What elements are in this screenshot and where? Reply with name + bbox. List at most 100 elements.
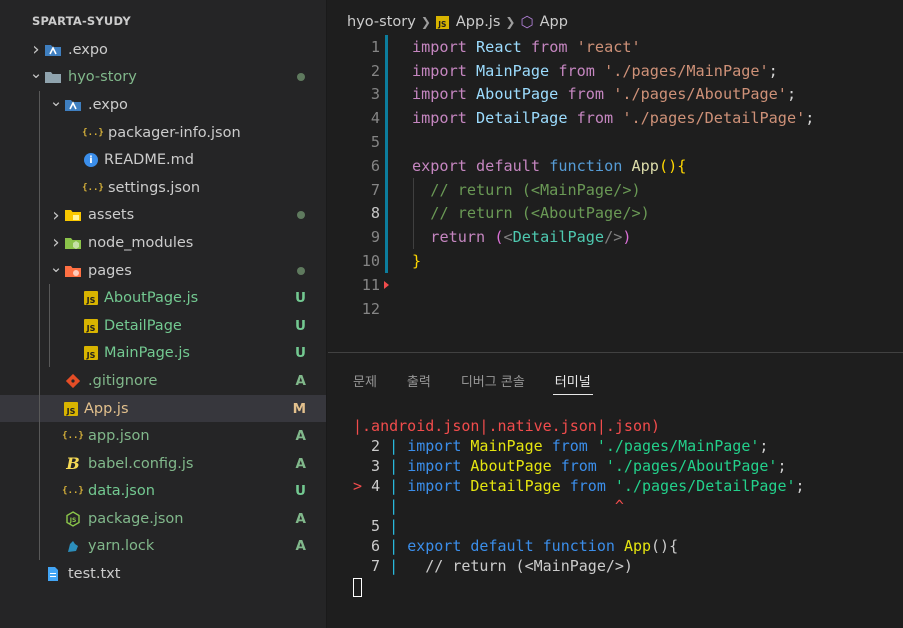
code-line[interactable]: 5	[328, 130, 903, 154]
tree-item-label: data.json	[88, 483, 155, 500]
terminal-token: |	[389, 457, 408, 475]
tree-item-label: README.md	[104, 152, 194, 169]
code-token: // return (<MainPage/>)	[430, 180, 641, 199]
code-area[interactable]: 1 import React from 'react' 2 import MainPa…	[328, 35, 903, 321]
code-line[interactable]: 1 import React from 'react'	[328, 35, 903, 59]
breadcrumb-file[interactable]: App.js	[456, 14, 501, 30]
tree-item[interactable]: {..} packager-info.json	[0, 119, 326, 147]
panel-tab[interactable]: 출력	[407, 353, 431, 407]
git-status-badge: U	[295, 290, 306, 307]
code-line[interactable]: 2 import MainPage from './pages/MainPage'…	[328, 58, 903, 83]
code-line[interactable]: 3 import AboutPage from './pages/AboutPag…	[328, 82, 903, 107]
breadcrumb-symbol[interactable]: App	[540, 14, 568, 30]
chevron-right-icon[interactable]: ›	[28, 39, 44, 60]
code-line[interactable]: 4 import DetailPage from './pages/DetailP…	[328, 106, 903, 131]
tree-item[interactable]: JS package.json A	[0, 505, 326, 533]
chevron-right-icon[interactable]: ›	[48, 205, 64, 226]
terminal-token: DetailPage	[470, 477, 570, 495]
terminal-token: ^	[614, 497, 624, 515]
code-line[interactable]: 12	[328, 297, 903, 321]
terminal-token: export	[407, 537, 471, 555]
terminal-token: './pages/AboutPage'	[605, 457, 778, 475]
terminal-token: default	[470, 537, 543, 555]
terminal-token: 6	[353, 537, 390, 555]
git-added-bar	[385, 249, 388, 273]
line-number: 10	[361, 252, 380, 271]
git-added-bar	[385, 58, 388, 83]
expo-folder-icon	[44, 42, 62, 58]
tree-item[interactable]: ⌄ pages	[0, 257, 326, 285]
tree-item[interactable]: {..} app.json A	[0, 422, 326, 450]
info-icon: i	[84, 153, 98, 168]
tree-item[interactable]: Bbabel.config.js A	[0, 450, 326, 478]
code-token: from	[576, 109, 614, 128]
code-text: }	[412, 252, 421, 270]
line-number: 3	[370, 85, 380, 104]
panel-tab[interactable]: 디버그 콘솔	[461, 353, 525, 407]
git-status-badge: M	[292, 400, 306, 417]
chevron-down-icon[interactable]: ⌄	[48, 258, 64, 276]
terminal-output[interactable]: |.android.json|.native.json|.json) 2 | i…	[353, 416, 903, 602]
node-folder-icon	[64, 235, 82, 251]
terminal-token: >	[353, 477, 372, 495]
terminal-token: |	[389, 437, 408, 455]
explorer-root-title[interactable]: SPARTA-SYUDY	[0, 10, 326, 32]
terminal-token: 5	[353, 517, 390, 535]
chevron-down-icon[interactable]: ⌄	[48, 92, 64, 110]
tree-item[interactable]: {..} data.json U	[0, 478, 326, 506]
git-status-badge: A	[295, 538, 306, 555]
gutter-marker	[380, 273, 412, 297]
panel-tab[interactable]: 문제	[353, 353, 377, 407]
panel-tabs: 문제 출력 디버그 콘솔 터미널	[328, 353, 903, 407]
code-token: />	[604, 228, 623, 247]
tree-item[interactable]: › assets	[0, 202, 326, 230]
gutter-marker	[380, 297, 412, 321]
code-line[interactable]: 6 export default function App(){	[328, 153, 903, 178]
code-line[interactable]: 11	[328, 273, 903, 297]
terminal-token: 7	[353, 557, 390, 575]
code-line[interactable]: 7 // return (<MainPage/>)	[328, 177, 903, 202]
tree-item[interactable]: › .expo	[0, 36, 326, 64]
code-token: DetailPage	[476, 109, 568, 128]
breadcrumb-folder[interactable]: hyo-story	[347, 14, 416, 30]
tree-item[interactable]: JS App.js M	[0, 394, 326, 423]
code-token: ;	[805, 109, 815, 128]
terminal-token: // return (<MainPage/>)	[407, 557, 633, 575]
tree-item[interactable]: .gitignore A	[0, 367, 326, 395]
code-token: import	[412, 37, 467, 56]
code-line[interactable]: 8 // return (<AboutPage/>)	[328, 201, 903, 226]
line-number: 9	[370, 228, 380, 247]
code-line[interactable]: 10}	[328, 249, 903, 273]
code-line[interactable]: 9 return (<DetailPage/>)	[328, 225, 903, 250]
panel-tab[interactable]: 터미널	[552, 353, 593, 407]
tree-item[interactable]: i README.md	[0, 146, 326, 174]
chevron-right-icon[interactable]: ›	[48, 232, 64, 253]
code-token: )	[622, 228, 632, 247]
tree-item[interactable]: yarn.lock A	[0, 533, 326, 561]
terminal-token: ;	[795, 477, 805, 495]
tree-item-label: pages	[88, 262, 132, 279]
tree-item[interactable]: ⌄ hyo-story	[0, 64, 326, 92]
terminal-token: './pages/MainPage'	[596, 437, 760, 455]
terminal-token: MainPage	[470, 437, 552, 455]
terminal-token: 2	[353, 437, 390, 455]
tree-item[interactable]: {..} settings.json	[0, 174, 326, 202]
tree-item[interactable]: ⌄ .expo	[0, 91, 326, 119]
terminal-token: ;	[759, 437, 769, 455]
terminal-line: > 4 | import DetailPage from './pages/De…	[353, 476, 903, 496]
git-added-bar	[385, 35, 388, 59]
git-added-bar	[385, 225, 388, 250]
terminal-token: function	[542, 537, 624, 555]
code-token: from	[567, 85, 605, 104]
code-token: }	[412, 252, 422, 271]
modified-dot-icon	[297, 73, 305, 82]
tree-item[interactable]: › node_modules	[0, 229, 326, 257]
chevron-down-icon[interactable]: ⌄	[28, 64, 44, 82]
tree-item[interactable]: test.txt	[0, 560, 326, 588]
